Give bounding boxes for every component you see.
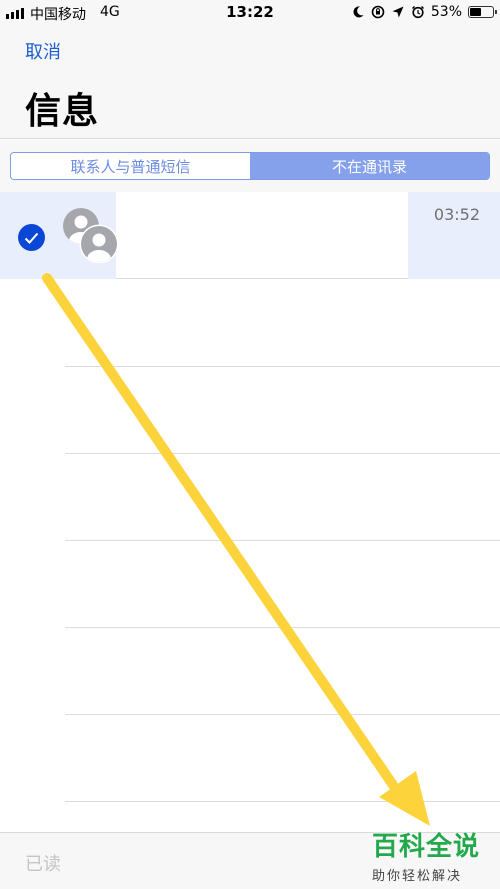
moon-icon xyxy=(353,6,364,18)
alarm-icon xyxy=(411,5,424,19)
nav-header: 取消 信息 xyxy=(0,26,500,139)
message-list: 03:52 xyxy=(0,192,500,832)
location-icon xyxy=(392,6,404,18)
list-separator xyxy=(65,714,500,715)
segmented-control: 联系人与普通短信 不在通讯录 xyxy=(10,152,490,180)
tab-unknown-senders[interactable]: 不在通讯录 xyxy=(250,153,489,179)
checkmark-icon[interactable] xyxy=(18,224,45,251)
message-time: 03:52 xyxy=(433,205,480,224)
tab-contacts-and-sms[interactable]: 联系人与普通短信 xyxy=(11,153,250,179)
list-separator xyxy=(65,801,500,802)
status-right-group: 53% xyxy=(351,4,497,20)
rotation-lock-icon xyxy=(371,5,385,19)
battery-percent: 53% xyxy=(430,4,462,20)
list-separator xyxy=(65,453,500,454)
group-avatar-icon xyxy=(63,208,118,263)
list-separator xyxy=(65,627,500,628)
watermark-logo: 百科全说 助你轻松解决 xyxy=(372,826,492,884)
mark-read-button[interactable]: 已读 xyxy=(25,850,61,876)
cancel-button[interactable]: 取消 xyxy=(25,38,61,64)
segment-bar: 联系人与普通短信 不在通讯录 xyxy=(0,140,500,192)
message-row[interactable]: 03:52 xyxy=(0,192,500,279)
status-bar: 中国移动 4G 13:22 53% xyxy=(0,0,500,26)
watermark-subtitle: 助你轻松解决 xyxy=(372,869,463,884)
watermark-title: 百科全说 xyxy=(372,832,481,862)
list-separator xyxy=(65,366,500,367)
battery-icon xyxy=(468,6,497,18)
page-title: 信息 xyxy=(25,91,100,132)
list-separator xyxy=(65,540,500,541)
